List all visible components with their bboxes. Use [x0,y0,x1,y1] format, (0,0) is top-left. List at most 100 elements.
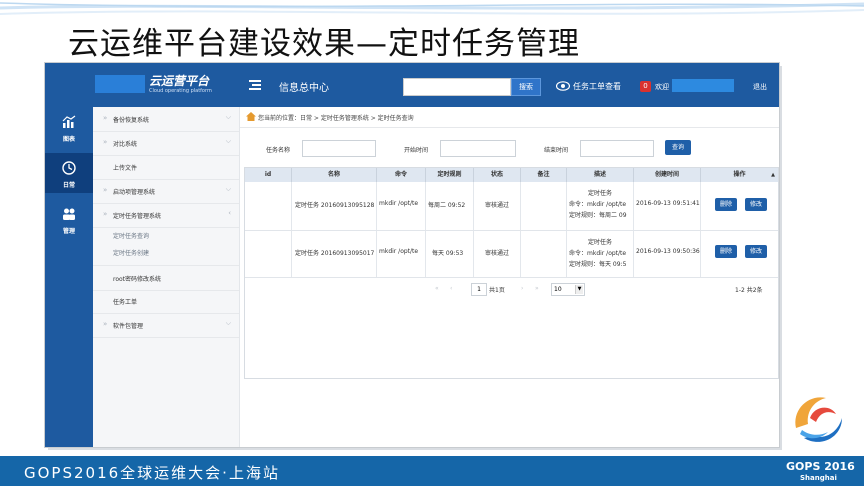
user-name-box [672,79,734,92]
cell-command: mkdir /opt/te [379,200,419,207]
breadcrumb-bar: 您当前的位置：日常 > 定时任务管理系统 > 定时任务查询 [240,107,779,128]
cell-desc-command: 命令：mkdir /opt/te [569,201,627,208]
logout-link[interactable]: 退出 [753,82,767,92]
menu-item-label: root密码修改系统 [113,276,162,283]
chevron-down-icon: ⌵ [225,137,231,145]
clock-icon [62,161,76,175]
start-time-input[interactable] [440,140,516,157]
menu-item-scheduled[interactable]: » 定时任务管理系统 ‹ [93,203,239,228]
next-page-icon[interactable]: › [521,285,523,292]
footer-city: Shanghai [800,474,837,482]
end-time-input[interactable] [580,140,654,157]
cell-command: mkdir /opt/te [379,248,419,255]
logo-mark [95,75,145,93]
prev-page-icon[interactable]: ‹ [450,285,452,292]
query-button[interactable]: 查询 [665,140,691,155]
cell-created: 2016-09-13 09:51:41 [636,200,700,207]
first-page-icon[interactable]: « [435,285,439,292]
cell-name: 定时任务 20160913095017 [295,250,375,257]
side-menu: » 备份恢复系统 ⌵ » 对比系统 ⌵ 上传文件 » 启动项管理系统 ⌵ » 定… [93,107,240,447]
last-page-icon[interactable]: » [535,285,539,292]
col-header-desc[interactable]: 描述 [567,168,634,182]
rail-item-daily[interactable]: 日常 [45,153,93,193]
menu-item-tickets[interactable]: 任务工单 [93,289,239,314]
page-number-input[interactable]: 1 [471,283,487,296]
menu-item-startup[interactable]: » 启动项管理系统 ⌵ [93,179,239,204]
menu-item-packages[interactable]: » 软件包管理 ⌵ [93,313,239,338]
chevron-down-icon: ⌵ [225,113,231,121]
rail-label: 图表 [62,136,75,143]
rail-item-manage[interactable]: 管理 [45,199,93,239]
top-search-input[interactable] [403,78,511,96]
eye-icon [556,81,570,91]
menu-item-compare[interactable]: » 对比系统 ⌵ [93,131,239,156]
menu-item-label: 启动项管理系统 [113,189,156,196]
menu-item-backup[interactable]: » 备份恢复系统 ⌵ [93,107,239,132]
ticket-view-link[interactable]: 任务工单查看 [573,81,621,92]
chart-icon [62,115,76,128]
pagination: « ‹ 1 共1页 › » 10 ▼ 1-2 共2条 [245,280,778,300]
col-header-note[interactable]: 备注 [521,168,567,182]
col-header-created[interactable]: 创建时间 [634,168,701,182]
col-header-name[interactable]: 名称 [292,168,377,182]
top-search-button[interactable]: 搜索 [511,78,541,96]
logo-subtitle: Cloud operating platform [149,88,212,94]
menu-item-label: 软件包管理 [113,323,144,330]
cell-status: 审核通过 [484,202,509,209]
rail-label: 管理 [62,228,75,235]
chevron-left-icon: ‹ [228,209,231,217]
sort-icon: ▲ [771,172,775,178]
start-time-label: 开始时间 [404,147,429,154]
menu-item-label: 定时任务管理系统 [113,213,162,220]
menu-arrow-icon: » [103,186,108,194]
cell-rule: 每天 09:53 [432,250,464,257]
cell-desc-command: 命令：mkdir /opt/te [569,250,627,257]
submenu-task-query[interactable]: 定时任务查询 [113,231,149,240]
delete-button[interactable]: 删除 [715,198,737,211]
menu-item-root-password[interactable]: root密码修改系统 [93,265,239,291]
chevron-down-icon: ⌵ [225,319,231,327]
menu-item-label: 对比系统 [113,141,138,148]
cell-desc-rule: 定时规则：每周二 09 [569,212,627,219]
page-size-value: 10 [554,286,562,293]
task-name-input[interactable] [302,140,376,157]
breadcrumb: 您当前的位置：日常 > 定时任务管理系统 > 定时任务查询 [258,115,414,122]
col-header-command[interactable]: 命令 [377,168,426,182]
page-size-select[interactable]: 10 ▼ [551,283,585,296]
main-content: 您当前的位置：日常 > 定时任务管理系统 > 定时任务查询 任务名称 开始时间 … [240,107,779,447]
footer-conference: GOPS2016全球运维大会·上海站 [24,464,280,482]
rail-item-chart[interactable]: 图表 [45,107,93,147]
app-window: 云运营平台 Cloud operating platform 信息总中心 搜索 … [44,62,780,448]
col-header-actions[interactable]: 操作 ▲ [701,168,778,182]
col-header-rule[interactable]: 定时规则 [426,168,474,182]
cell-rule: 每周二 09:52 [428,202,466,209]
menu-item-upload[interactable]: 上传文件 [93,155,239,180]
rail-label: 日常 [62,182,75,189]
welcome-text: 欢迎 [655,83,669,91]
table-row[interactable]: 定时任务 20160913095017 mkdir /opt/te 每天 09:… [245,231,778,278]
record-range-text: 1-2 共2条 [735,287,763,294]
notification-badge[interactable]: 0 [640,81,651,92]
col-header-status[interactable]: 状态 [474,168,521,182]
footer-brand: GOPS 2016 [786,460,855,473]
menu-item-label: 任务工单 [113,299,138,306]
delete-button[interactable]: 删除 [715,245,737,258]
total-pages-text: 共1页 [489,287,505,294]
info-center-link[interactable]: 信息总中心 [279,79,329,94]
slide-footer: GOPS2016全球运维大会·上海站 GOPS 2016 Shanghai [0,456,864,486]
chevron-down-icon: ▼ [575,285,583,294]
edit-button[interactable]: 修改 [745,198,767,211]
end-time-label: 结束时间 [544,147,569,154]
task-name-label: 任务名称 [266,147,291,154]
cell-created: 2016-09-13 09:50:36 [636,248,700,255]
menu-arrow-icon: » [103,138,108,146]
cell-desc-title: 定时任务 [587,239,612,246]
home-icon [246,112,256,121]
menu-toggle-icon[interactable] [249,80,261,90]
cell-status: 审核通过 [484,250,509,257]
col-header-id[interactable]: id [245,168,292,182]
submenu-task-create[interactable]: 定时任务创建 [113,248,149,257]
edit-button[interactable]: 修改 [745,245,767,258]
logo-text: 云运营平台 [149,74,210,88]
table-row[interactable]: 定时任务 20160913095128 mkdir /opt/te 每周二 09… [245,182,778,231]
